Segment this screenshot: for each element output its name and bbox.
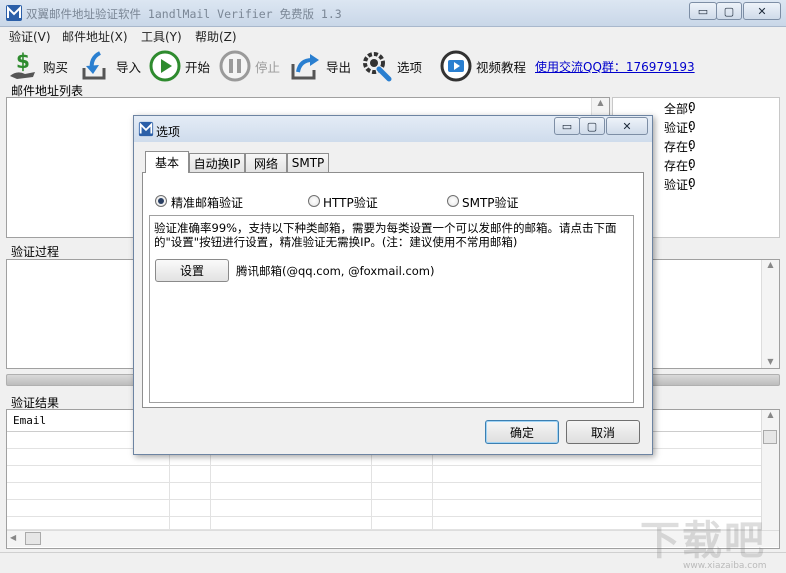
radio-smtp-label[interactable]: SMTP验证: [462, 194, 519, 211]
maximize-button[interactable]: ▢: [716, 2, 742, 20]
stat-total-value: 0: [688, 100, 696, 114]
menu-tools[interactable]: 工具(Y): [141, 28, 182, 45]
stop-label: 停止: [255, 59, 281, 75]
description-text: 验证准确率99%，支持以下种类邮箱，需要为每类设置一个可以发邮件的邮箱。请点击下…: [154, 221, 617, 249]
menu-help[interactable]: 帮助(Z): [195, 28, 237, 45]
start-button[interactable]: 开始: [149, 50, 210, 82]
radio-smtp[interactable]: [447, 195, 459, 207]
menu-verify[interactable]: 验证(V): [9, 28, 51, 45]
import-icon: [80, 50, 112, 82]
dialog-logo-icon: [138, 121, 154, 137]
qq-group-link[interactable]: 使用交流QQ群：176979193: [535, 58, 695, 75]
scroll-up-icon[interactable]: ▲: [592, 98, 609, 107]
table-row[interactable]: [7, 483, 762, 500]
horizontal-scroll-thumb[interactable]: [25, 532, 41, 545]
buy-label: 购买: [43, 59, 69, 75]
radio-precise-label[interactable]: 精准邮箱验证: [171, 194, 243, 211]
vertical-scroll-thumb[interactable]: [763, 430, 777, 444]
close-button[interactable]: ✕: [743, 2, 781, 20]
radio-http-label[interactable]: HTTP验证: [323, 194, 378, 211]
column-email[interactable]: Email: [13, 414, 46, 427]
scroll-up-icon[interactable]: ▲: [762, 410, 779, 419]
wrench-icon: [361, 50, 393, 82]
cancel-button[interactable]: 取消: [566, 420, 640, 444]
video-tutorial-button[interactable]: 视频教程: [440, 50, 526, 82]
dialog-maximize-button[interactable]: ▢: [579, 117, 605, 135]
process-scrollbar[interactable]: ▲ ▼: [761, 260, 779, 368]
table-row[interactable]: [7, 466, 762, 483]
export-button[interactable]: 导出: [290, 50, 351, 82]
video-tutorial-label: 视频教程: [476, 59, 527, 75]
import-button[interactable]: 导入: [80, 50, 141, 82]
ok-button[interactable]: 确定: [485, 420, 559, 444]
stat-not-exists-value: 0: [688, 157, 696, 171]
play-icon: [149, 50, 181, 82]
tab-smtp[interactable]: SMTP: [287, 153, 329, 172]
options-label: 选项: [397, 59, 423, 75]
video-play-icon: [440, 50, 472, 82]
settings-button[interactable]: 设置: [155, 259, 229, 282]
window-title: 双翼邮件地址验证软件 1andlMail Verifier 免费版 1.3: [26, 7, 342, 21]
minimize-button[interactable]: ▭: [689, 2, 717, 20]
export-icon: [290, 50, 322, 82]
watermark-url: www.xiazaiba.com: [683, 561, 767, 571]
svg-text:$: $: [16, 50, 30, 73]
supported-mail-types: 腾讯邮箱(@qq.com, @foxmail.com): [236, 264, 435, 278]
scroll-left-icon[interactable]: ◀: [10, 533, 16, 542]
scroll-up-icon[interactable]: ▲: [762, 260, 779, 269]
buy-button[interactable]: $ 购买: [7, 49, 69, 82]
import-label: 导入: [116, 59, 142, 75]
dialog-close-button[interactable]: ✕: [606, 117, 648, 135]
menu-address[interactable]: 邮件地址(X): [62, 28, 128, 45]
tab-network[interactable]: 网络: [245, 153, 287, 172]
scroll-down-icon[interactable]: ▼: [762, 357, 779, 366]
watermark-text: 下载吧: [640, 518, 766, 564]
radio-precise[interactable]: [155, 195, 167, 207]
pause-icon: [219, 50, 251, 82]
stat-unverified-value: 0: [688, 176, 696, 190]
start-label: 开始: [185, 59, 211, 75]
dialog-minimize-button[interactable]: ▭: [554, 117, 580, 135]
export-label: 导出: [326, 59, 352, 75]
stop-button[interactable]: 停止: [219, 50, 280, 82]
app-logo-icon: [5, 4, 23, 22]
dialog-title: 选项: [156, 125, 181, 139]
tab-basic[interactable]: 基本: [145, 151, 189, 173]
radio-http[interactable]: [308, 195, 320, 207]
stat-verified-value: 0: [688, 119, 696, 133]
process-label: 验证过程: [11, 245, 60, 259]
stat-exists-value: 0: [688, 138, 696, 152]
tab-auto-ip[interactable]: 自动换IP: [189, 153, 245, 172]
money-hand-icon: $: [7, 49, 39, 82]
options-button[interactable]: 选项: [361, 50, 422, 82]
